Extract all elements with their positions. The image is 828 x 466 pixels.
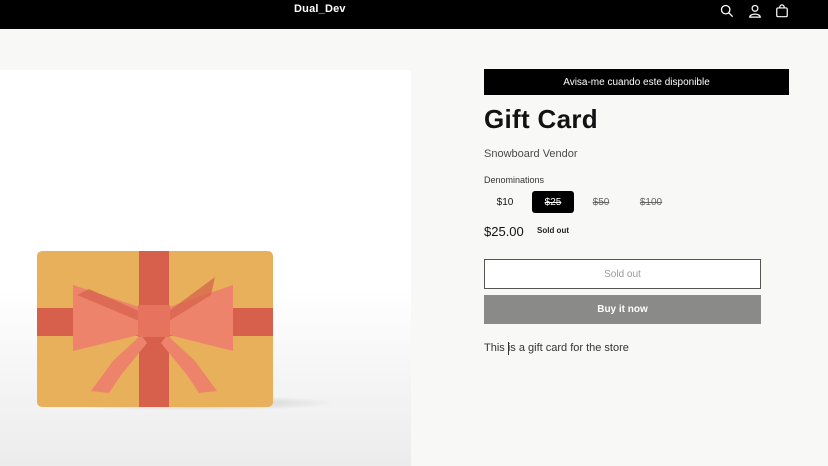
product-title: Gift Card bbox=[484, 104, 598, 134]
denomination-option-50[interactable]: $50 bbox=[580, 191, 622, 213]
gift-card-image bbox=[37, 251, 273, 407]
account-icon[interactable] bbox=[746, 2, 764, 20]
denomination-option-100[interactable]: $100 bbox=[630, 191, 672, 213]
product-description: This is a gift card for the store bbox=[484, 342, 629, 354]
denomination-label: $10 bbox=[496, 196, 514, 208]
text-cursor bbox=[508, 342, 509, 355]
denomination-option-10[interactable]: $10 bbox=[484, 191, 526, 213]
store-logo-text[interactable]: Dual_Dev bbox=[294, 3, 346, 15]
denomination-label: $25 bbox=[544, 196, 562, 208]
product-price: $25.00 bbox=[484, 224, 524, 239]
notify-when-available-button[interactable]: Avisa-me cuando este disponible bbox=[484, 69, 789, 95]
sold-out-button[interactable]: Sold out bbox=[484, 259, 761, 289]
product-media[interactable] bbox=[0, 70, 411, 466]
search-icon[interactable] bbox=[718, 2, 736, 20]
denomination-label: $100 bbox=[639, 196, 663, 208]
denomination-label: $50 bbox=[592, 196, 610, 208]
denominations-label: Denominations bbox=[484, 175, 545, 185]
header-bar: Dual_Dev bbox=[0, 0, 828, 29]
buy-it-now-button[interactable]: Buy it now bbox=[484, 295, 761, 324]
product-vendor: Snowboard Vendor bbox=[484, 148, 578, 160]
sold-out-badge: Sold out bbox=[537, 226, 569, 235]
cart-icon[interactable] bbox=[773, 2, 791, 20]
denomination-option-25[interactable]: $25 bbox=[532, 191, 574, 213]
